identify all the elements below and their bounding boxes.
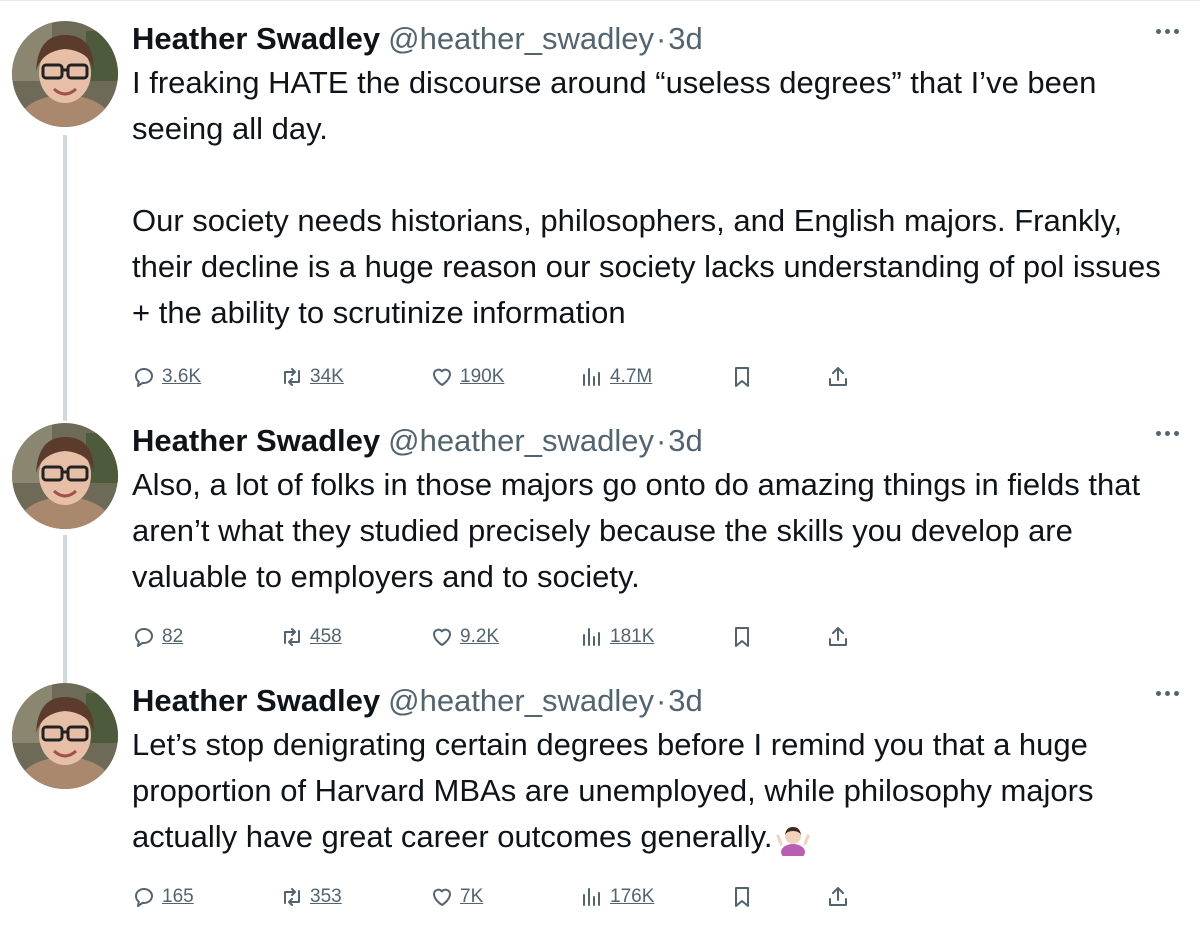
author-handle[interactable]: @heather_swadley [388,681,654,721]
bookmark-icon [735,367,749,387]
like-count: 7K [460,886,484,907]
view-count: 181K [610,626,655,647]
timestamp[interactable]: 3d [668,421,702,461]
separator: · [655,423,667,458]
views-button[interactable]: 181K [580,619,654,655]
tweet-header: Heather Swadley @heather_swadley · 3d [132,421,1172,461]
tweet-thread: Heather Swadley @heather_swadley · 3d I … [0,0,1200,930]
like-count: 9.2K [460,626,500,647]
more-icon[interactable] [1156,19,1184,43]
tweet-header: Heather Swadley @heather_swadley · 3d [132,681,1172,721]
tweet[interactable]: Heather Swadley @heather_swadley · 3d Al… [0,403,1200,663]
tweet[interactable]: Heather Swadley @heather_swadley · 3d Le… [0,663,1200,931]
views-icon [583,628,600,646]
share-button[interactable] [826,879,856,915]
timestamp[interactable]: 3d [668,19,702,59]
view-count: 176K [610,886,655,907]
author-name[interactable]: Heather Swadley [132,19,380,59]
person-shrugging-emoji [776,822,810,860]
share-icon [829,627,847,646]
more-icon[interactable] [1156,681,1184,705]
tweet-actions: 3.6K 34K 190K 4.7M [132,359,872,395]
avatar[interactable] [12,423,118,529]
retweet-button[interactable]: 458 [280,619,342,655]
bookmark-icon [735,627,749,647]
reply-button[interactable]: 165 [132,879,194,915]
tweet-text: Let’s stop denigrating certain degrees b… [132,722,1172,860]
share-button[interactable] [826,359,856,395]
heart-icon [433,888,451,906]
retweet-icon [284,368,300,386]
more-icon[interactable] [1156,421,1184,445]
retweet-button[interactable]: 353 [280,879,342,915]
tweet-content: Heather Swadley @heather_swadley · 3d I … [132,19,1172,336]
tweet-content: Heather Swadley @heather_swadley · 3d Al… [132,421,1172,600]
bookmark-button[interactable] [730,619,760,655]
share-icon [829,367,847,386]
reply-button[interactable]: 3.6K [132,359,201,395]
timestamp[interactable]: 3d [668,681,702,721]
views-icon [583,888,600,906]
heart-icon [433,628,451,646]
views-button[interactable]: 4.7M [580,359,652,395]
retweet-button[interactable]: 34K [280,359,344,395]
separator: · [655,683,667,718]
tweet-text: Also, a lot of folks in those majors go … [132,467,1141,594]
heart-icon [433,368,451,386]
views-icon [583,368,600,386]
tweet-actions: 82 458 9.2K 181K [132,619,872,655]
share-icon [829,887,847,906]
retweet-icon [284,628,300,646]
share-button[interactable] [826,619,856,655]
reply-icon [135,368,153,387]
author-handle[interactable]: @heather_swadley [388,421,654,461]
tweet[interactable]: Heather Swadley @heather_swadley · 3d I … [0,1,1200,411]
author-handle[interactable]: @heather_swadley [388,19,654,59]
like-count: 190K [460,366,505,387]
author-name[interactable]: Heather Swadley [132,681,380,721]
avatar[interactable] [12,683,118,789]
view-count: 4.7M [610,366,653,387]
retweet-icon [284,888,300,906]
tweet-actions: 165 353 7K 176K [132,879,872,915]
reply-count: 165 [162,886,194,907]
retweet-count: 34K [310,366,344,387]
reply-button[interactable]: 82 [132,619,183,655]
views-button[interactable]: 176K [580,879,654,915]
retweet-count: 353 [310,886,342,907]
bookmark-button[interactable] [730,359,760,395]
reply-count: 3.6K [162,366,202,387]
tweet-header: Heather Swadley @heather_swadley · 3d [132,19,1172,59]
like-button[interactable]: 7K [430,879,483,915]
tweet-text-body: Let’s stop denigrating certain degrees b… [132,727,1094,854]
separator: · [655,21,667,56]
avatar[interactable] [12,21,118,127]
like-button[interactable]: 190K [430,359,504,395]
like-button[interactable]: 9.2K [430,619,499,655]
reply-icon [135,888,153,907]
bookmark-button[interactable] [730,879,760,915]
bookmark-icon [735,887,749,907]
reply-icon [135,628,153,647]
author-name[interactable]: Heather Swadley [132,421,380,461]
tweet-content: Heather Swadley @heather_swadley · 3d Le… [132,681,1172,860]
tweet-text: I freaking HATE the discourse around “us… [132,65,1161,330]
reply-count: 82 [162,626,184,647]
retweet-count: 458 [310,626,342,647]
